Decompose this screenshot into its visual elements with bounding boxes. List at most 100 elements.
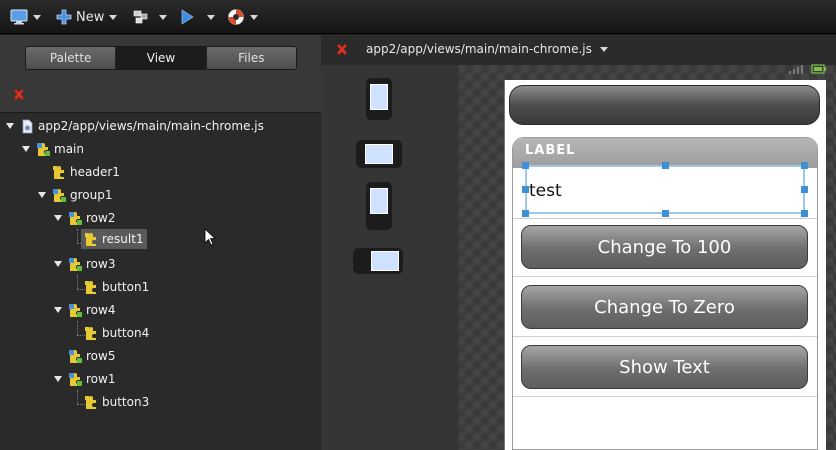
result-text-field[interactable]: test	[525, 165, 805, 214]
component-puzzle-icon	[85, 395, 96, 409]
tree-node-label: header1	[70, 165, 120, 179]
component-puzzle-icon	[37, 142, 50, 156]
device-phone-landscape[interactable]	[356, 140, 402, 168]
tree-node-label: app2/app/views/main/main-chrome.js	[38, 119, 264, 133]
expand-triangle-icon[interactable]	[6, 123, 14, 129]
tree-node-label: main	[54, 142, 84, 156]
device-screen	[365, 144, 393, 164]
close-file-icon[interactable]	[334, 42, 350, 58]
component-puzzle-icon	[69, 257, 82, 271]
component-puzzle-icon	[53, 165, 64, 179]
chevron-down-icon	[250, 14, 258, 20]
monitor-icon	[10, 9, 28, 25]
tree-node-group1[interactable]: group1	[38, 185, 113, 205]
tree-guide	[77, 321, 78, 335]
tree-node-row1[interactable]: row1	[54, 369, 115, 389]
device-phone-portrait[interactable]	[366, 78, 392, 120]
chevron-down-icon	[599, 46, 608, 52]
expand-triangle-icon[interactable]	[54, 376, 62, 382]
chevron-down-icon	[159, 14, 167, 20]
expand-triangle-icon[interactable]	[54, 307, 62, 313]
tree-node-label: row5	[86, 349, 116, 363]
file-tab[interactable]: app2/app/views/main/main-chrome.js	[366, 42, 608, 56]
tree-node-label: button3	[102, 395, 150, 409]
row-separator	[513, 218, 817, 219]
resize-handle[interactable]	[801, 186, 808, 193]
tree-guide	[77, 275, 78, 289]
change-to-100-button[interactable]: Change To 100	[521, 225, 808, 269]
tree-guide	[77, 229, 78, 243]
component-puzzle-icon	[69, 372, 82, 386]
panel-header: Palette View Files	[0, 35, 321, 113]
resize-handle[interactable]	[522, 210, 529, 217]
resize-handle[interactable]	[662, 162, 669, 169]
tab-palette[interactable]: Palette	[26, 47, 117, 69]
outline-panel: Palette View Files app2/app/views/main/m…	[0, 35, 321, 450]
build-icon	[133, 10, 148, 24]
tree-node-row3[interactable]: row3	[54, 254, 115, 274]
tree-node-label: row3	[86, 257, 116, 271]
tree-node-button4[interactable]: button4	[84, 323, 149, 343]
tab-files[interactable]: Files	[206, 47, 296, 69]
tree-node-header1[interactable]: header1	[52, 162, 120, 182]
chevron-down-icon	[33, 14, 41, 20]
editor-tab-bar: app2/app/views/main/main-chrome.js	[321, 35, 836, 65]
device-screen	[370, 188, 388, 214]
monitor-menu-button[interactable]	[10, 6, 41, 28]
chevron-down-icon	[207, 14, 215, 20]
preview-header-bar[interactable]	[509, 85, 820, 125]
file-icon	[22, 119, 33, 133]
device-tablet-portrait[interactable]	[366, 182, 392, 230]
tree-node-button3[interactable]: button3	[84, 392, 149, 412]
new-button-label: New	[76, 9, 105, 25]
show-text-button[interactable]: Show Text	[521, 345, 808, 389]
plus-icon	[56, 9, 72, 25]
mouse-cursor-icon	[204, 228, 216, 246]
tab-view[interactable]: View	[116, 47, 207, 69]
tree-node-main[interactable]: main	[22, 139, 84, 159]
tree-guide	[77, 390, 78, 404]
file-tab-label: app2/app/views/main/main-chrome.js	[366, 42, 592, 56]
component-puzzle-icon	[85, 326, 96, 340]
resize-handle[interactable]	[662, 210, 669, 217]
tree-node-result1[interactable]: result1	[81, 229, 147, 249]
expand-triangle-icon[interactable]	[38, 192, 46, 198]
help-menu-button[interactable]	[227, 6, 258, 28]
device-tablet-landscape[interactable]	[353, 248, 403, 274]
tree-node-label: row2	[86, 211, 116, 225]
run-menu-button[interactable]	[180, 6, 215, 28]
component-puzzle-icon	[69, 303, 82, 317]
tree-node-label: button1	[102, 280, 150, 294]
expand-triangle-icon[interactable]	[22, 146, 30, 152]
tree-node-root[interactable]: app2/app/views/main/main-chrome.js	[6, 116, 264, 136]
new-button[interactable]: New	[56, 6, 118, 28]
tree-node-row4[interactable]: row4	[54, 300, 115, 320]
resize-handle[interactable]	[522, 186, 529, 193]
lifebuoy-icon	[228, 9, 244, 25]
resize-handle[interactable]	[801, 210, 808, 217]
build-menu-button[interactable]	[132, 6, 167, 28]
device-screen	[371, 251, 399, 271]
resize-handle[interactable]	[522, 162, 529, 169]
tree-node-row5[interactable]: row5	[68, 346, 115, 366]
component-puzzle-icon	[69, 349, 82, 363]
result-text-value: test	[529, 181, 562, 201]
change-to-zero-button[interactable]: Change To Zero	[521, 285, 808, 329]
expand-triangle-icon[interactable]	[54, 215, 62, 221]
main-toolbar: New	[0, 0, 836, 34]
resize-handle[interactable]	[801, 162, 808, 169]
panel-tab-switcher: Palette View Files	[25, 46, 297, 70]
tree-node-label: button4	[102, 326, 150, 340]
row-separator	[513, 396, 817, 397]
play-icon	[181, 9, 194, 25]
tree-node-selected[interactable]: result1	[81, 229, 147, 249]
expand-triangle-icon[interactable]	[54, 261, 62, 267]
delete-icon[interactable]	[11, 87, 27, 103]
tree-node-row2[interactable]: row2	[54, 208, 115, 228]
row-separator	[513, 336, 817, 337]
tree-node-label: result1	[102, 232, 144, 246]
battery-icon	[811, 64, 826, 74]
component-puzzle-icon	[69, 211, 82, 225]
tree-node-button1[interactable]: button1	[84, 277, 149, 297]
tree-node-label: group1	[70, 188, 113, 202]
